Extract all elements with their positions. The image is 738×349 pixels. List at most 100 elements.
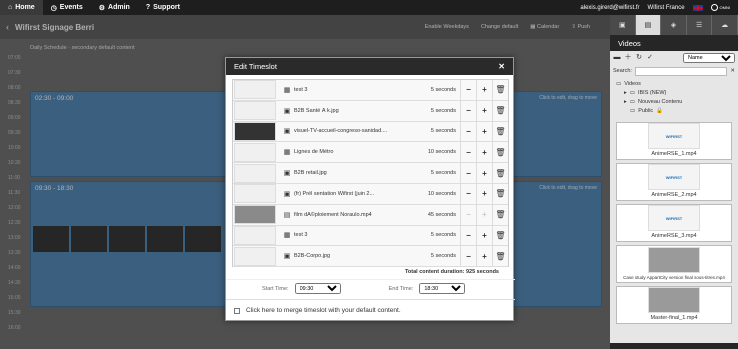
- merge-label: Click here to merge timeslot with your d…: [246, 307, 401, 314]
- item-duration: 10 seconds: [427, 149, 456, 156]
- timeslot-item-row[interactable]: ▣ (fr) Prél sentation Wifirst (juin 2... 1…: [233, 183, 508, 205]
- clear-search-icon[interactable]: ✕: [730, 68, 735, 74]
- uk-flag-icon[interactable]: [692, 4, 703, 11]
- sort-select[interactable]: Name: [683, 53, 735, 63]
- merge-default-toggle[interactable]: Click here to merge timeslot with your d…: [226, 299, 515, 321]
- image-icon: ▣: [283, 253, 291, 261]
- decrease-duration-icon[interactable]: −: [460, 225, 476, 246]
- clock-icon: ◷: [50, 4, 57, 12]
- timeslot-item-row[interactable]: ▣ B2B-Corpo.jpg 5 seconds − + 🗑: [233, 246, 508, 268]
- film-icon: ▤: [283, 211, 291, 219]
- modal-title: Edit Timeslot: [234, 62, 277, 71]
- user-email[interactable]: alexis.girerd@wifirst.fr: [580, 5, 639, 11]
- media-card[interactable]: Master-final_1.mp4: [616, 286, 732, 324]
- tab-lists[interactable]: ☰: [687, 15, 713, 35]
- increase-duration-icon[interactable]: +: [476, 142, 492, 163]
- timeslot-item-row[interactable]: ▦ test 3 5 seconds − + 🗑: [233, 225, 508, 247]
- item-thumbnail: [234, 184, 276, 204]
- timeslot-item-row[interactable]: ▣ B2B Santé Ã k.jpg 5 seconds − + 🗑: [233, 100, 508, 122]
- org-name[interactable]: Wifirst France: [648, 5, 685, 11]
- caret-right-icon: ▸: [624, 98, 627, 105]
- trash-icon[interactable]: 🗑: [492, 225, 508, 246]
- check-icon[interactable]: ✓: [646, 54, 654, 62]
- close-icon[interactable]: ✕: [498, 62, 505, 71]
- increase-duration-icon[interactable]: +: [476, 183, 492, 204]
- merge-checkbox[interactable]: [234, 307, 240, 314]
- timeslot-item-row[interactable]: ▣ B2B retail.jpg 5 seconds − + 🗑: [233, 163, 508, 184]
- increase-duration-icon[interactable]: +: [476, 225, 492, 246]
- decrease-duration-icon[interactable]: −: [460, 163, 476, 184]
- item-name: test 3: [294, 232, 308, 239]
- nav-support[interactable]: ? Support: [138, 0, 188, 15]
- increase-duration-icon[interactable]: +: [476, 121, 492, 142]
- timeslot-item-row[interactable]: ▦ test 3 5 seconds − + 🗑: [233, 79, 508, 101]
- item-thumbnail: [234, 142, 276, 162]
- item-duration: 45 seconds: [427, 211, 456, 218]
- end-time-select[interactable]: 18:30: [419, 283, 466, 294]
- image-icon: ▣: [618, 22, 626, 29]
- nav-events[interactable]: ◷ Events: [43, 0, 91, 15]
- trash-icon[interactable]: 🗑: [492, 204, 508, 225]
- item-name: B2B Santé Ã k.jpg: [294, 107, 339, 114]
- refresh-icon[interactable]: ↻: [635, 54, 643, 62]
- tab-videos[interactable]: ▤: [635, 15, 662, 35]
- tree-item-public[interactable]: ▭ Public 🔒: [616, 106, 732, 115]
- modal-header: Edit Timeslot ✕: [226, 58, 513, 75]
- item-thumbnail: [234, 225, 276, 245]
- decrease-duration-icon[interactable]: −: [460, 79, 476, 100]
- nav-admin[interactable]: ⚙ Admin: [91, 0, 138, 15]
- increase-duration-icon[interactable]: +: [476, 100, 492, 121]
- media-card[interactable]: Case study AppartCity version final sous…: [616, 245, 732, 283]
- decrease-duration-icon[interactable]: −: [460, 100, 476, 121]
- trash-icon[interactable]: 🗑: [492, 121, 508, 142]
- increase-duration-icon[interactable]: +: [476, 246, 492, 267]
- item-duration: 5 seconds: [430, 128, 456, 135]
- decrease-duration-icon[interactable]: −: [460, 121, 476, 142]
- trash-icon[interactable]: 🗑: [492, 79, 508, 100]
- nav-home[interactable]: ⌂ Home: [0, 0, 43, 15]
- decrease-duration-icon[interactable]: −: [460, 142, 476, 163]
- add-icon[interactable]: ＋: [624, 54, 632, 62]
- media-card[interactable]: WIFIRST AnimeRSE_2.mp4: [616, 163, 732, 201]
- timeslot-item-row[interactable]: ▣ visuel-TV-accueil-congreso-sanidad.... 5…: [233, 121, 508, 143]
- tree-item-videos[interactable]: ▭ Videos: [616, 79, 732, 88]
- image-icon: ▣: [283, 128, 291, 136]
- time-range: Start Time: 09:30 End Time: 18:30: [226, 279, 515, 297]
- sidebar-search: Search: ✕: [610, 65, 738, 77]
- item-thumbnail: [234, 121, 276, 141]
- cloud-icon: ☁: [721, 22, 729, 29]
- media-thumbnail: WIFIRST: [648, 164, 700, 190]
- folder-icon[interactable]: ▬: [613, 54, 621, 62]
- tree-item-nouveau[interactable]: ▸ ▭ Nouveau Contenu: [616, 97, 732, 106]
- trash-icon[interactable]: 🗑: [492, 100, 508, 121]
- media-card[interactable]: WIFIRST AnimeRSE_1.mp4: [616, 122, 732, 160]
- item-name: visuel-TV-accueil-congreso-sanidad....: [294, 128, 388, 135]
- tab-widgets[interactable]: ◈: [661, 15, 687, 35]
- timeslot-item-row[interactable]: ▤ film dÃ©ploiement Noraulo.mp4 45 seconds…: [233, 204, 508, 226]
- folder-icon: ▭: [629, 89, 635, 96]
- trash-icon[interactable]: 🗑: [492, 142, 508, 163]
- tab-cloud[interactable]: ☁: [712, 15, 738, 35]
- trash-icon[interactable]: 🗑: [492, 183, 508, 204]
- search-input[interactable]: [634, 66, 728, 76]
- increase-duration-icon[interactable]: +: [476, 163, 492, 184]
- tree-item-ibis[interactable]: ▸ ▭ IBIS (NEW): [616, 88, 732, 97]
- item-thumbnail: [234, 163, 276, 183]
- start-time-select[interactable]: 09:30: [294, 283, 341, 294]
- increase-duration-icon[interactable]: +: [476, 79, 492, 100]
- timeslot-item-row[interactable]: ▦ Lignes de Métro 10 seconds − + 🗑: [233, 142, 508, 164]
- film-icon: ▤: [644, 22, 652, 29]
- trash-icon[interactable]: 🗑: [492, 246, 508, 267]
- trash-icon[interactable]: 🗑: [492, 163, 508, 184]
- decrease-duration-icon[interactable]: −: [460, 183, 476, 204]
- media-thumbnail: [648, 287, 700, 313]
- sidebar-title: Videos: [610, 35, 738, 51]
- sidebar-tabs: ▣ ▤ ◈ ☰ ☁: [610, 15, 738, 35]
- tab-images[interactable]: ▣: [610, 15, 636, 35]
- item-name: test 3: [294, 86, 308, 93]
- decrease-duration-icon[interactable]: −: [460, 246, 476, 267]
- media-card[interactable]: WIFIRST AnimeRSE_3.mp4: [616, 204, 732, 242]
- image-icon: ▣: [283, 170, 291, 178]
- media-name: AnimeRSE_3.mp4: [651, 233, 697, 239]
- item-name: B2B-Corpo.jpg: [294, 253, 331, 260]
